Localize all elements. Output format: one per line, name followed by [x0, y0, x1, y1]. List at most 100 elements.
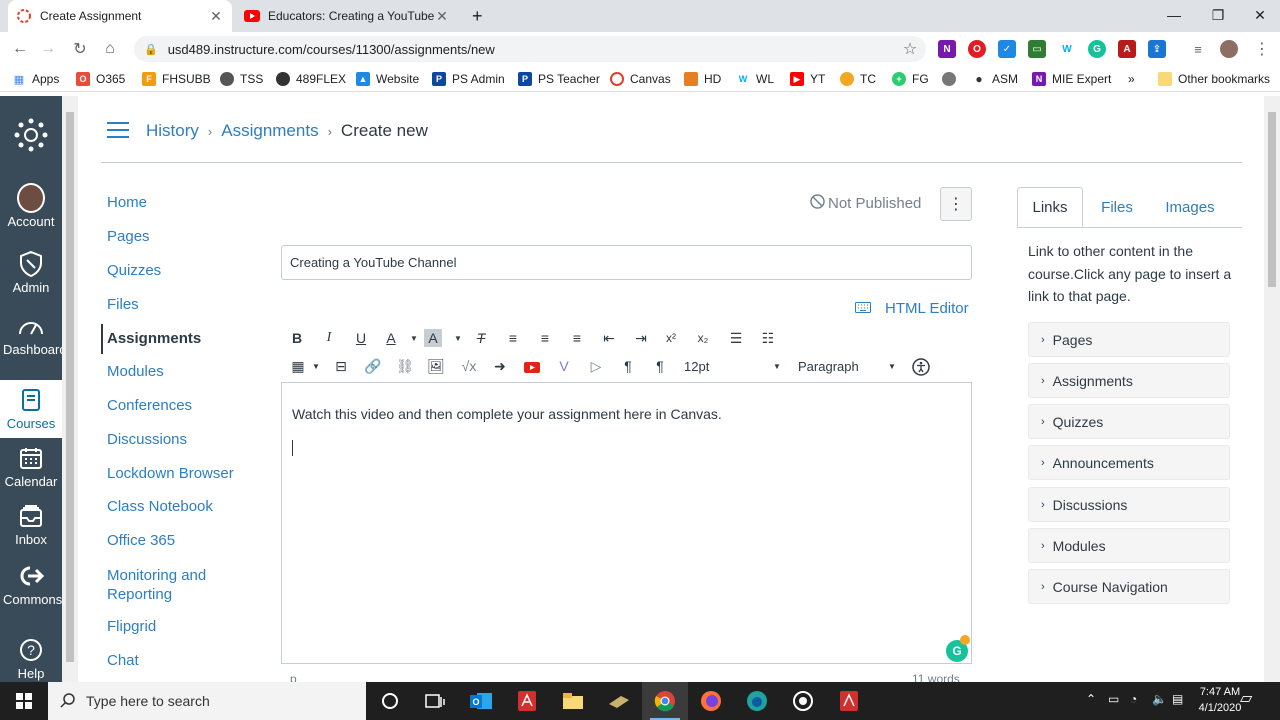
close-tab-icon[interactable]: ✕ [208, 8, 224, 24]
link-icon[interactable]: 🔗 [362, 355, 384, 377]
scrollbar-thumb[interactable] [1268, 112, 1276, 287]
hamburger-menu-icon[interactable] [107, 122, 129, 140]
new-tab-button[interactable]: + [464, 0, 492, 32]
bookmark-wl[interactable]: W WL [736, 70, 774, 88]
bookmark-star-icon[interactable]: ☆ [898, 37, 922, 61]
embed-arrow-icon[interactable]: ➜ [489, 355, 511, 377]
nav-inbox[interactable]: Inbox [0, 502, 62, 548]
video-icon[interactable]: ▷ [585, 355, 607, 377]
course-nav-class-notebook[interactable]: Class Notebook [107, 498, 213, 515]
wifi-icon[interactable]: ◔ [1130, 692, 1137, 706]
bookmark-fg[interactable]: + FG [892, 70, 929, 88]
address-bar[interactable]: 🔒 usd489.instructure.com/courses/11300/a… [134, 36, 926, 62]
chrome-menu-icon[interactable]: ⋮ [1250, 37, 1274, 61]
bookmark-yt[interactable]: ▶ YT [790, 70, 825, 88]
tray-chevron-icon[interactable]: ⌃ [1086, 692, 1096, 706]
equation-icon[interactable]: √x [458, 355, 480, 377]
tab-create-assignment[interactable]: Create Assignment ✕ [8, 0, 232, 32]
course-nav-discussions[interactable]: Discussions [107, 431, 187, 448]
clear-formatting-icon[interactable]: T [470, 327, 492, 349]
scrollbar-thumb[interactable] [66, 112, 74, 662]
other-bookmarks[interactable]: Other bookmarks [1158, 70, 1270, 88]
bookmark-fhsubb[interactable]: F FHSUBB [142, 70, 211, 88]
nav-admin[interactable]: Admin [0, 250, 62, 296]
youtube-embed-icon[interactable] [521, 355, 543, 377]
indent-icon[interactable]: ⇥ [630, 327, 652, 349]
bookmark-hd[interactable]: HD [684, 70, 721, 88]
align-center-icon[interactable]: ≡ [534, 327, 556, 349]
bookmark-o365[interactable]: O O365 [76, 70, 125, 88]
sidebar-section-quizzes[interactable]: › Quizzes [1028, 404, 1230, 439]
cast-extension-icon[interactable]: ⇪ [1148, 40, 1166, 58]
chevron-down-icon[interactable]: ▼ [403, 327, 425, 349]
file-explorer-icon[interactable] [550, 682, 596, 720]
nav-help[interactable]: ? Help [0, 636, 62, 682]
nav-account[interactable]: Account [0, 183, 62, 230]
bookmark-website[interactable]: ▲ Website [356, 70, 419, 88]
accessibility-icon[interactable] [910, 356, 932, 378]
keyboard-icon[interactable]: ▤ [1172, 692, 1183, 706]
home-icon[interactable]: ⌂ [98, 37, 122, 61]
back-icon[interactable]: ← [8, 37, 32, 61]
close-tab-icon[interactable]: ✕ [434, 8, 450, 24]
pdf-extension-icon[interactable]: A [1118, 40, 1136, 58]
power-icon[interactable]: ▭ [1108, 692, 1119, 706]
task-view-icon[interactable] [412, 682, 458, 720]
wordcloud-extension-icon[interactable]: W [1058, 40, 1076, 58]
nav-dashboard[interactable]: Dashboard [0, 312, 67, 358]
bookmark-ps-admin[interactable]: P PS Admin [432, 70, 505, 88]
align-right-icon[interactable]: ≡ [566, 327, 588, 349]
opera-extension-icon[interactable]: O [968, 40, 986, 58]
notification-icon[interactable]: ▱ [1240, 688, 1252, 708]
align-left-icon[interactable]: ≡ [502, 327, 524, 349]
windows-start-icon[interactable] [0, 682, 48, 720]
forward-icon[interactable]: → [36, 37, 60, 61]
italic-icon[interactable]: I [318, 327, 340, 349]
outlook-app-icon[interactable]: O [458, 682, 504, 720]
course-nav-files[interactable]: Files [107, 296, 139, 313]
volume-icon[interactable]: 🔈 [1152, 692, 1167, 706]
nav-courses[interactable]: Courses [0, 380, 62, 438]
bold-icon[interactable]: B [286, 327, 308, 349]
onenote-extension-icon[interactable]: N [938, 40, 956, 58]
chevron-down-icon[interactable]: ▼ [447, 327, 469, 349]
grammarly-extension-icon[interactable]: G [1088, 40, 1106, 58]
unlink-icon[interactable]: ⛓ [394, 355, 416, 377]
bookmark-489flex[interactable]: 489FLEX [276, 70, 346, 88]
chevron-down-icon[interactable]: ▼ [766, 355, 788, 377]
bookmark-tss[interactable]: TSS [220, 70, 263, 88]
close-window-icon[interactable]: ✕ [1238, 0, 1280, 30]
subscript-icon[interactable]: x₂ [692, 327, 714, 349]
course-nav-monitoring[interactable]: Monitoring and Reporting [107, 566, 237, 604]
sidebar-section-assignments[interactable]: › Assignments [1028, 363, 1230, 398]
highlight-color-icon[interactable]: A [424, 329, 442, 347]
course-nav-conferences[interactable]: Conferences [107, 397, 192, 414]
ltr-paragraph-icon[interactable]: ¶ [617, 355, 639, 377]
nav-scrollbar[interactable] [62, 96, 78, 682]
minimize-icon[interactable]: — [1152, 0, 1196, 30]
course-nav-modules[interactable]: Modules [107, 363, 164, 380]
breadcrumb-assignments-link[interactable]: Assignments [221, 121, 318, 141]
font-size-select[interactable]: 12pt [684, 355, 709, 377]
bullet-list-icon[interactable]: ☰ [725, 327, 747, 349]
nav-calendar[interactable]: Calendar [0, 444, 62, 490]
sidebar-section-discussions[interactable]: › Discussions [1028, 487, 1230, 522]
course-nav-lockdown-browser[interactable]: Lockdown Browser [107, 465, 234, 482]
tab-images[interactable]: Images [1158, 187, 1222, 227]
bookmark-mie-expert[interactable]: N MIE Expert [1032, 70, 1111, 88]
block-format-select[interactable]: Paragraph [798, 355, 859, 377]
html-editor-toggle[interactable]: HTML Editor [855, 300, 969, 317]
canvas-logo-icon[interactable] [0, 118, 62, 152]
screencast-extension-icon[interactable]: ▭ [1028, 40, 1046, 58]
edge-beta-app-icon[interactable] [734, 682, 780, 720]
taskbar-search-input[interactable]: Type here to search [48, 682, 366, 720]
outdent-icon[interactable]: ⇤ [598, 327, 620, 349]
acrobat-app-icon[interactable] [504, 682, 550, 720]
page-scrollbar[interactable] [1264, 96, 1280, 682]
image-icon[interactable]: 🖼 [425, 355, 447, 377]
reading-list-icon[interactable]: ≡ [1186, 37, 1210, 61]
numbered-list-icon[interactable]: ☷ [757, 327, 779, 349]
tab-youtube[interactable]: Educators: Creating a YouTube C ✕ [236, 0, 458, 32]
chrome-app-icon[interactable] [642, 682, 688, 720]
reload-icon[interactable]: ↻ [68, 37, 92, 61]
